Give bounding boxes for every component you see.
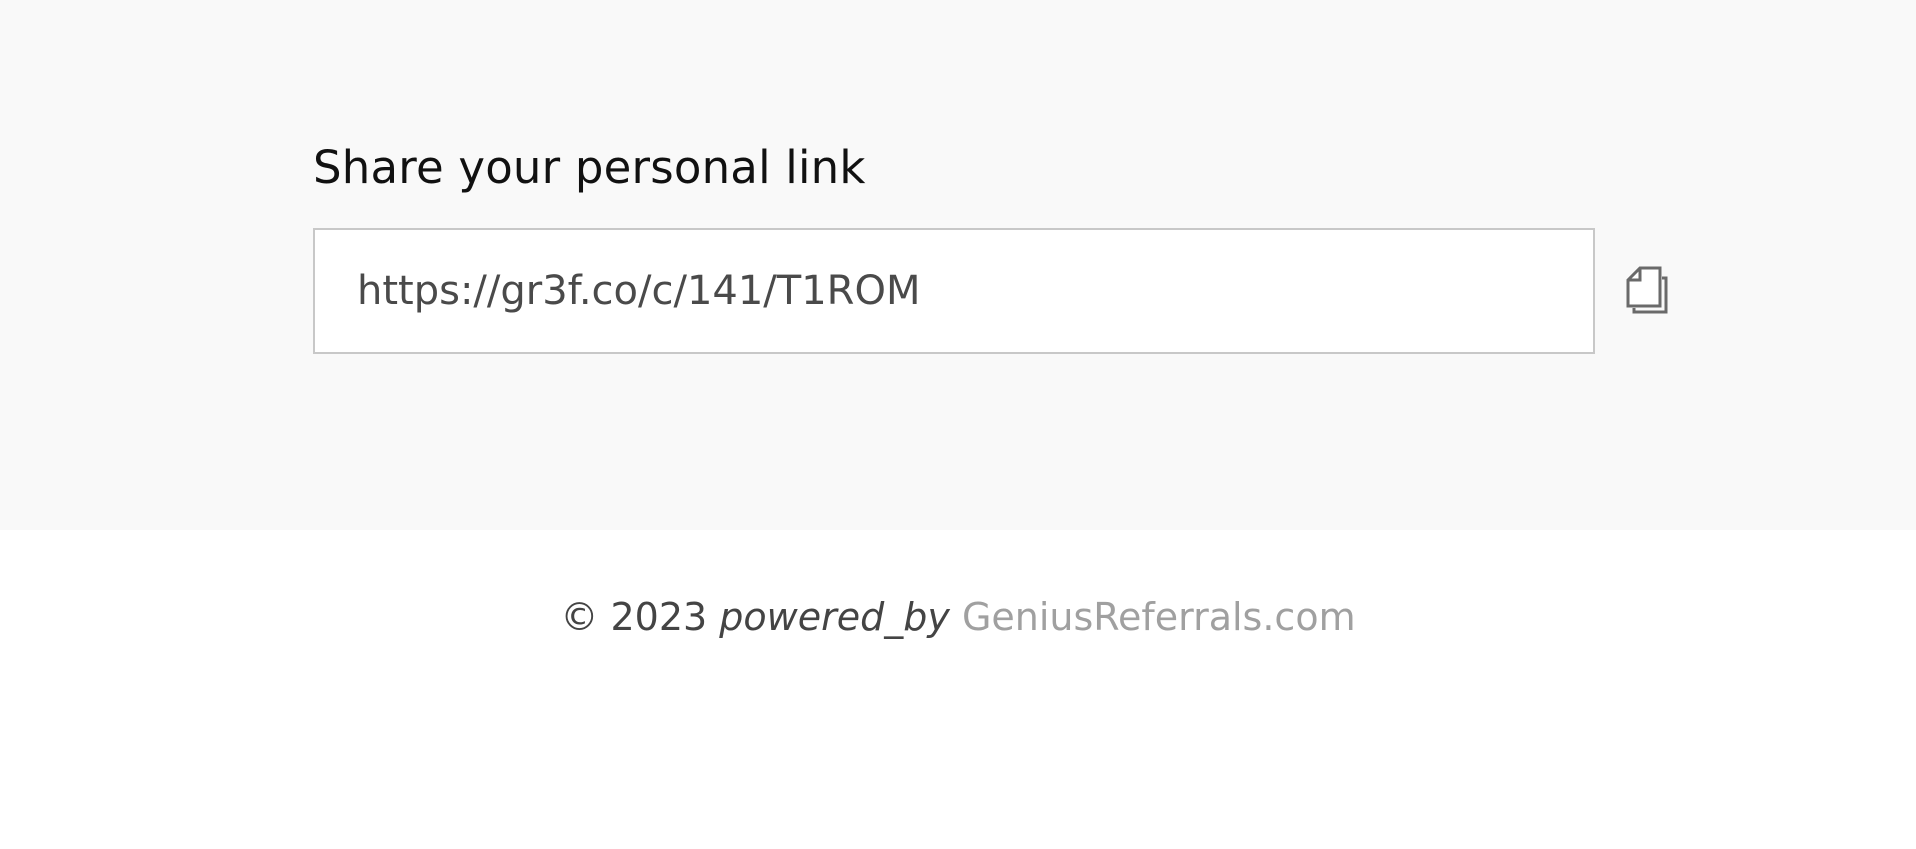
powered-by-text: powered_by xyxy=(719,595,950,639)
personal-link-field[interactable] xyxy=(313,228,1595,354)
copyright-text: © 2023 xyxy=(560,595,708,639)
copy-link-button[interactable] xyxy=(1624,262,1670,316)
share-link-section: Share your personal link xyxy=(0,0,1916,530)
copy-icon xyxy=(1624,262,1670,316)
genius-referrals-link[interactable]: GeniusReferrals.com xyxy=(962,595,1356,639)
share-heading: Share your personal link xyxy=(313,141,866,194)
footer: © 2023 powered_by GeniusReferrals.com xyxy=(0,587,1916,647)
